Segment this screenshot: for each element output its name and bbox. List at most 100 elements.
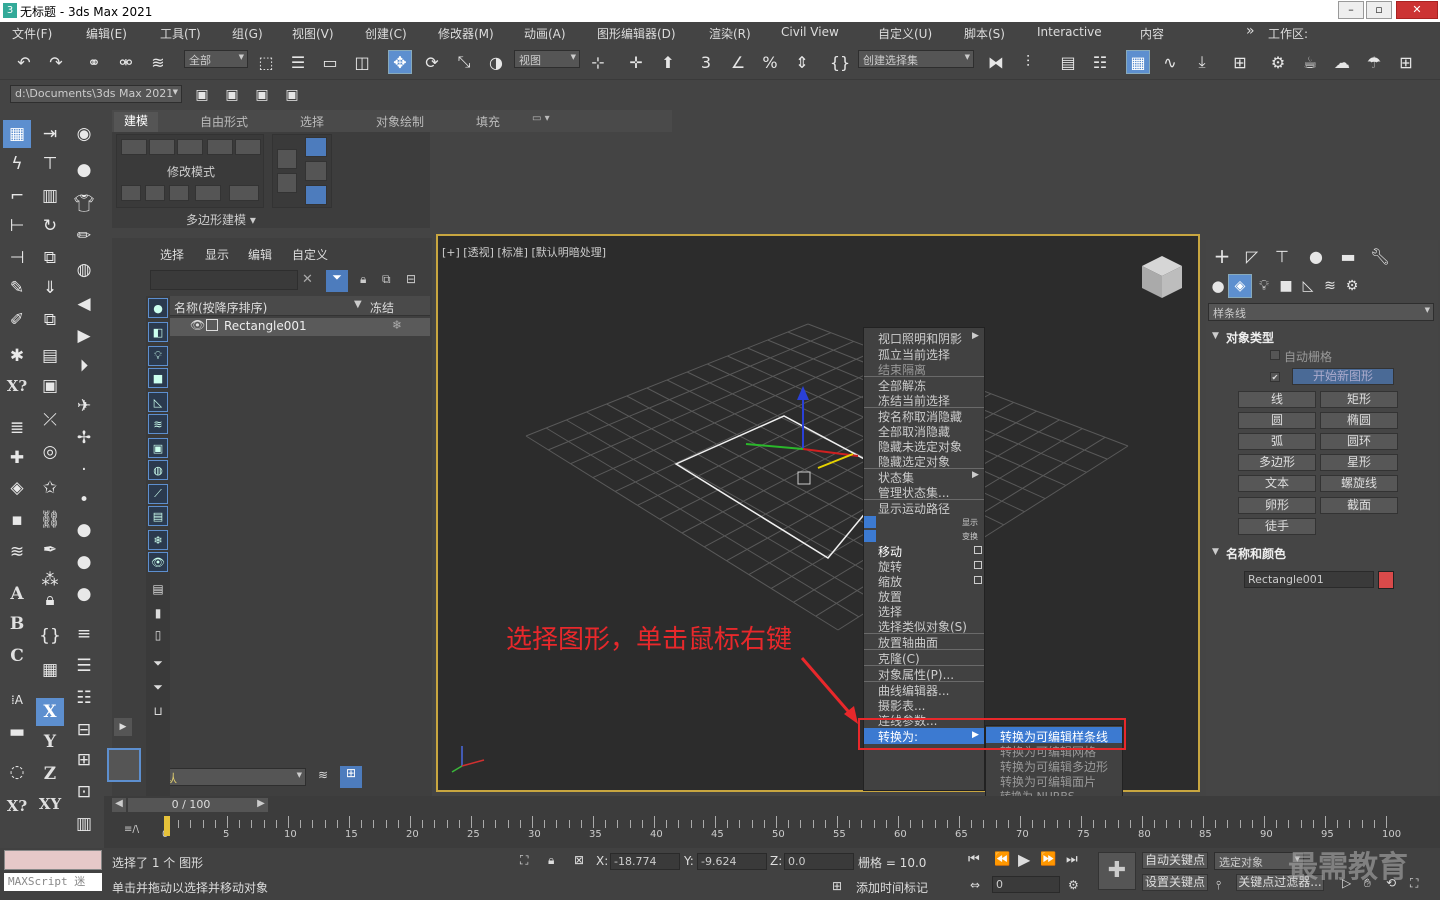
helix-button[interactable]: 螺旋线 [1320,475,1398,492]
layers-icon[interactable]: ◈ [3,474,31,502]
filter-spacewarps-icon[interactable]: ≋ [148,414,168,434]
circle-button[interactable]: 圆 [1238,412,1316,429]
place-icon[interactable]: ◑ [484,50,508,74]
hierarchy-icon[interactable]: ⊢ [3,212,31,240]
ngon-button[interactable]: 多边形 [1238,454,1316,471]
axis-x-icon[interactable]: X [36,698,64,726]
tool-e-button[interactable] [229,185,259,201]
layer-explorer-icon[interactable]: ☷ [1088,50,1112,74]
align-icon[interactable]: ⫶ [1016,50,1040,74]
abs-mode-icon[interactable]: ⊠ [574,853,584,867]
stack-layers-icon[interactable]: ≡ [70,620,98,648]
curve-toggle-icon[interactable]: ≡/\ [124,824,139,835]
import-icon[interactable]: ⇓ [36,274,64,302]
border-mode-button[interactable] [177,139,203,155]
move-cross-icon[interactable]: ✢ [70,424,98,452]
freehand-button[interactable]: 徒手 [1238,518,1316,535]
nav-orbit-icon[interactable]: ⟲ [1386,876,1396,890]
cabinet-icon[interactable]: ▥ [36,182,64,210]
render-setup-icon[interactable]: ☕ [1298,50,1322,74]
side-tool-c-button[interactable] [305,137,327,157]
tab-selection[interactable]: 选择 [300,113,324,130]
tool-d-button[interactable] [195,185,221,201]
sphere-icon[interactable]: ● [70,156,98,184]
expand-panel-icon[interactable]: ▶ [114,718,132,736]
element-mode-button[interactable] [235,139,261,155]
motion-tab-icon[interactable]: ● [1304,244,1328,268]
text-b-icon[interactable]: B [3,610,31,638]
maxscript-listener[interactable] [4,850,102,870]
polygon-mode-button[interactable] [207,139,233,155]
select-move-icon[interactable]: ✥ [388,50,412,74]
hierarchy-tab-icon[interactable]: ⊤ [1270,244,1294,268]
rotate-tool-icon[interactable]: ↻ [36,212,64,240]
viewport-layout-button[interactable] [107,748,141,782]
filter-geometry-icon[interactable]: ● [148,298,168,318]
menu-customize[interactable]: 自定义(U) [878,25,932,42]
next-frame-icon[interactable]: ▶ [254,798,268,812]
se-tab-customize[interactable]: 自定义 [292,246,328,263]
close-button[interactable]: ✕ [1396,1,1438,19]
select-all-icon[interactable]: ▤ [148,582,168,600]
prev-key-icon[interactable]: ⏪ [994,852,1010,867]
filter-bones-icon[interactable]: ⟋ [148,484,168,504]
col-name-header[interactable]: 名称(按降序排序) [174,299,267,316]
ref-coord-dropdown[interactable]: 视图 [514,50,580,68]
time-ruler[interactable]: 0510152025303540455055606570758085909510… [162,816,1401,846]
rect-selection-icon[interactable]: ▭ [318,50,342,74]
edit-named-sets-icon[interactable]: {} [828,50,852,74]
project-open-icon[interactable]: ▣ [250,83,274,107]
render-cloud-icon[interactable]: ⊞ [1394,50,1418,74]
ctx-motion-paths[interactable]: 显示运动路径 [878,500,950,517]
camera-view-icon[interactable]: ◉ [70,120,98,148]
menu-create[interactable]: 创建(C) [365,25,407,42]
visibility-icon[interactable]: 👁︎ [190,318,205,332]
tool-a-button[interactable] [121,185,141,201]
tab-freeform[interactable]: 自由形式 [200,113,248,130]
menu-interactive[interactable]: Interactive [1037,25,1102,39]
text-a-icon[interactable]: A [3,580,31,608]
menu-view[interactable]: 视图(V) [292,25,334,42]
object-type-title[interactable]: 对象类型 [1226,329,1274,346]
percent-snap-icon[interactable]: % [758,50,782,74]
insert-icon[interactable]: ⇥ [36,120,64,148]
mirror-icon[interactable]: ⧓ [984,50,1008,74]
selection-filter-dropdown[interactable]: 全部 [184,50,248,68]
material-editor-icon[interactable]: ⚙ [1266,50,1290,74]
dimension-icon[interactable]: ⊣ [3,244,31,272]
object-name[interactable]: Rectangle001 [224,319,307,333]
spacewarps-icon[interactable]: ≋ [1318,274,1342,298]
undo-icon[interactable]: ↶ [12,50,36,74]
filter-containers-icon[interactable]: ▤ [148,506,168,526]
text-c-icon[interactable]: C [3,642,31,670]
filter-cameras-icon[interactable]: ■ [148,368,168,388]
category-dropdown[interactable]: 样条线 [1208,303,1434,321]
menu-scripting[interactable]: 脚本(S) [964,25,1005,42]
shirt-icon[interactable]: 👕︎ [70,190,98,218]
add-time-tag[interactable]: 添加时间标记 [856,879,928,896]
sort-layers-icon[interactable]: ⊞ [340,766,362,788]
shelf-icon[interactable]: ⊤ [36,150,64,178]
shapes-icon[interactable]: ◈ [1228,274,1252,298]
axis-z-icon[interactable]: Z [36,760,64,788]
xy-constraint-icon[interactable]: X? [3,372,31,400]
nav-pan-icon[interactable]: ✋︎ [1364,876,1371,891]
lights-icon[interactable]: 💡︎ [1252,274,1276,298]
col-freeze-header[interactable]: 冻结 [370,299,394,316]
y-coordinate[interactable]: -9.624 [697,853,767,870]
tab-object-paint[interactable]: 对象绘制 [376,113,424,130]
restore-button[interactable]: ▫ [1366,1,1392,19]
go-to-start-icon[interactable]: ⏮ [968,852,980,867]
render-frame-icon[interactable]: ☁ [1330,50,1354,74]
stack-icon[interactable]: ≋ [3,538,31,566]
stack-layers-4-icon[interactable]: ⊟ [70,716,98,744]
tab-populate[interactable]: 填充 [476,113,500,130]
lock-icon[interactable]: 🔒︎ [36,586,64,614]
display-tab-icon[interactable]: ▬ [1336,244,1360,268]
cameras-icon[interactable]: ■ [1274,274,1298,298]
snaps-toggle-icon[interactable]: 3 [694,50,718,74]
se-tab-edit[interactable]: 编辑 [248,246,272,263]
prev-frame-icon[interactable]: ◀ [112,798,126,812]
side-tool-d-button[interactable] [305,161,327,181]
select-region-icon[interactable]: ▦ [3,120,31,148]
